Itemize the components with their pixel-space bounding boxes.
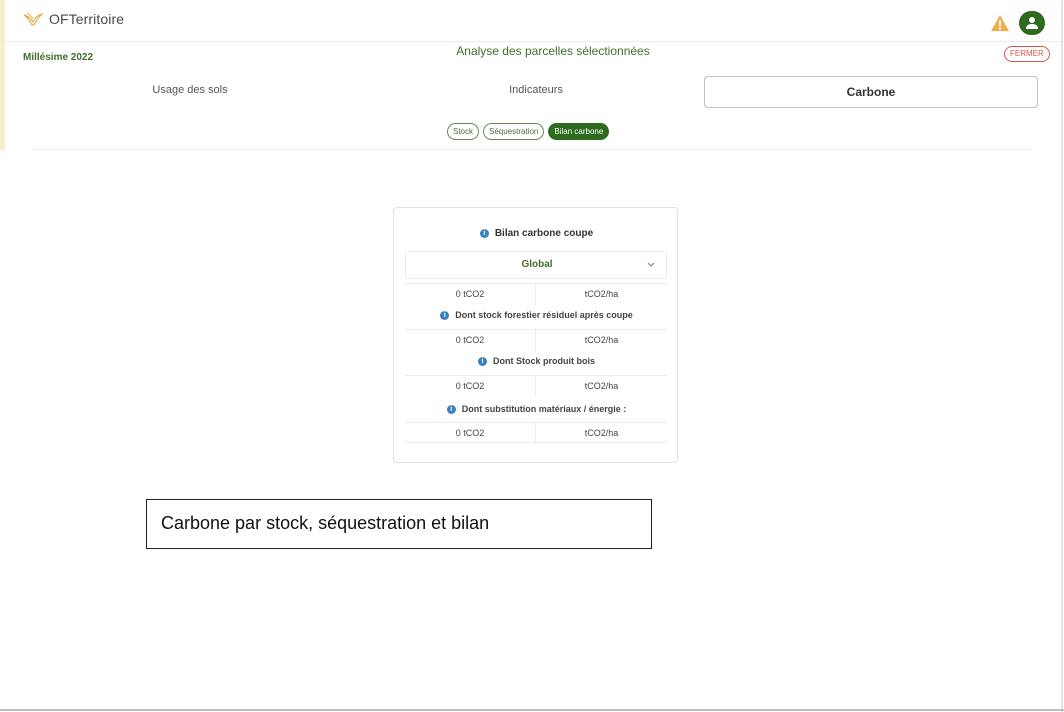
table-row: 0 tCO2 tCO2/ha bbox=[405, 329, 667, 351]
bird-logo-icon bbox=[23, 12, 43, 26]
table-row: 0 tCO2 tCO2/ha bbox=[405, 283, 667, 305]
app-window: OFTerritoire Millésime 2022 Analyse des … bbox=[0, 0, 1064, 712]
close-button[interactable]: FERMER bbox=[1004, 46, 1050, 62]
chevron-down-icon bbox=[647, 262, 655, 267]
info-icon[interactable]: i bbox=[440, 311, 450, 321]
millesime-label: Millésime 2022 bbox=[23, 52, 94, 63]
subtitle-stock-forestier: i Dont stock forestier résiduel après cou… bbox=[394, 310, 679, 321]
info-icon[interactable]: i bbox=[446, 405, 456, 415]
table-row: 0 tCO2 tCO2/ha bbox=[405, 422, 667, 444]
scope-select-value: Global bbox=[521, 259, 553, 270]
value-total: 0 tCO2 bbox=[405, 284, 536, 305]
bilan-carbone-card: i Bilan carbone coupe Global 0 tCO2 tCO2/… bbox=[393, 207, 678, 463]
value-per-ha: tCO2/ha bbox=[584, 335, 619, 345]
value-per-ha: tCO2/ha bbox=[584, 381, 619, 391]
frame-right-edge bbox=[1061, 0, 1063, 712]
page-title: Analyse des parcelles sélectionnées bbox=[456, 44, 650, 58]
section-divider bbox=[32, 149, 1032, 150]
pill-bilan-carbone[interactable]: Bilan carbone bbox=[548, 123, 610, 140]
carbone-subtabs: Stock Séquestration Bilan carbone bbox=[447, 123, 610, 140]
frame-bottom-edge bbox=[0, 709, 1064, 711]
user-menu-button[interactable] bbox=[1019, 11, 1045, 35]
value-total: 0 tCO2 bbox=[405, 376, 536, 397]
pill-sequestration[interactable]: Séquestration bbox=[483, 123, 545, 140]
tab-indicateurs[interactable]: Indicateurs bbox=[446, 84, 626, 96]
subtitle-label: Dont Stock produit bois bbox=[493, 356, 595, 366]
value-per-ha: tCO2/ha bbox=[584, 289, 619, 299]
subtitle-stock-produit-bois: i Dont Stock produit bois bbox=[394, 356, 679, 367]
subtitle-label: Dont stock forestier résiduel après coup… bbox=[455, 310, 633, 320]
value-total: 0 tCO2 bbox=[405, 423, 536, 444]
app-logo[interactable]: OFTerritoire bbox=[23, 9, 124, 29]
top-header: OFTerritoire bbox=[0, 0, 1064, 42]
subtitle-label: Dont substitution matériaux / énergie : bbox=[461, 404, 627, 414]
pill-stock[interactable]: Stock bbox=[447, 123, 480, 140]
table-row: 0 tCO2 tCO2/ha bbox=[405, 375, 667, 397]
card-title-row: i Bilan carbone coupe bbox=[394, 228, 679, 239]
user-icon bbox=[1026, 17, 1038, 29]
subtitle-substitution: i Dont substitution matériaux / énergie : bbox=[394, 404, 679, 415]
info-icon[interactable]: i bbox=[478, 357, 487, 367]
warning-triangle-icon[interactable] bbox=[990, 14, 1010, 32]
app-name: OFTerritoire bbox=[49, 11, 125, 27]
scope-select[interactable]: Global bbox=[405, 251, 667, 279]
caption-box: Carbone par stock, séquestration et bila… bbox=[146, 499, 652, 549]
value-total: 0 tCO2 bbox=[405, 330, 536, 351]
info-icon[interactable]: i bbox=[479, 228, 489, 238]
value-per-ha: tCO2/ha bbox=[584, 428, 619, 438]
card-title: Bilan carbone coupe bbox=[494, 228, 594, 239]
tab-usage-des-sols[interactable]: Usage des sols bbox=[100, 84, 280, 96]
tab-carbone[interactable]: Carbone bbox=[704, 76, 1038, 108]
